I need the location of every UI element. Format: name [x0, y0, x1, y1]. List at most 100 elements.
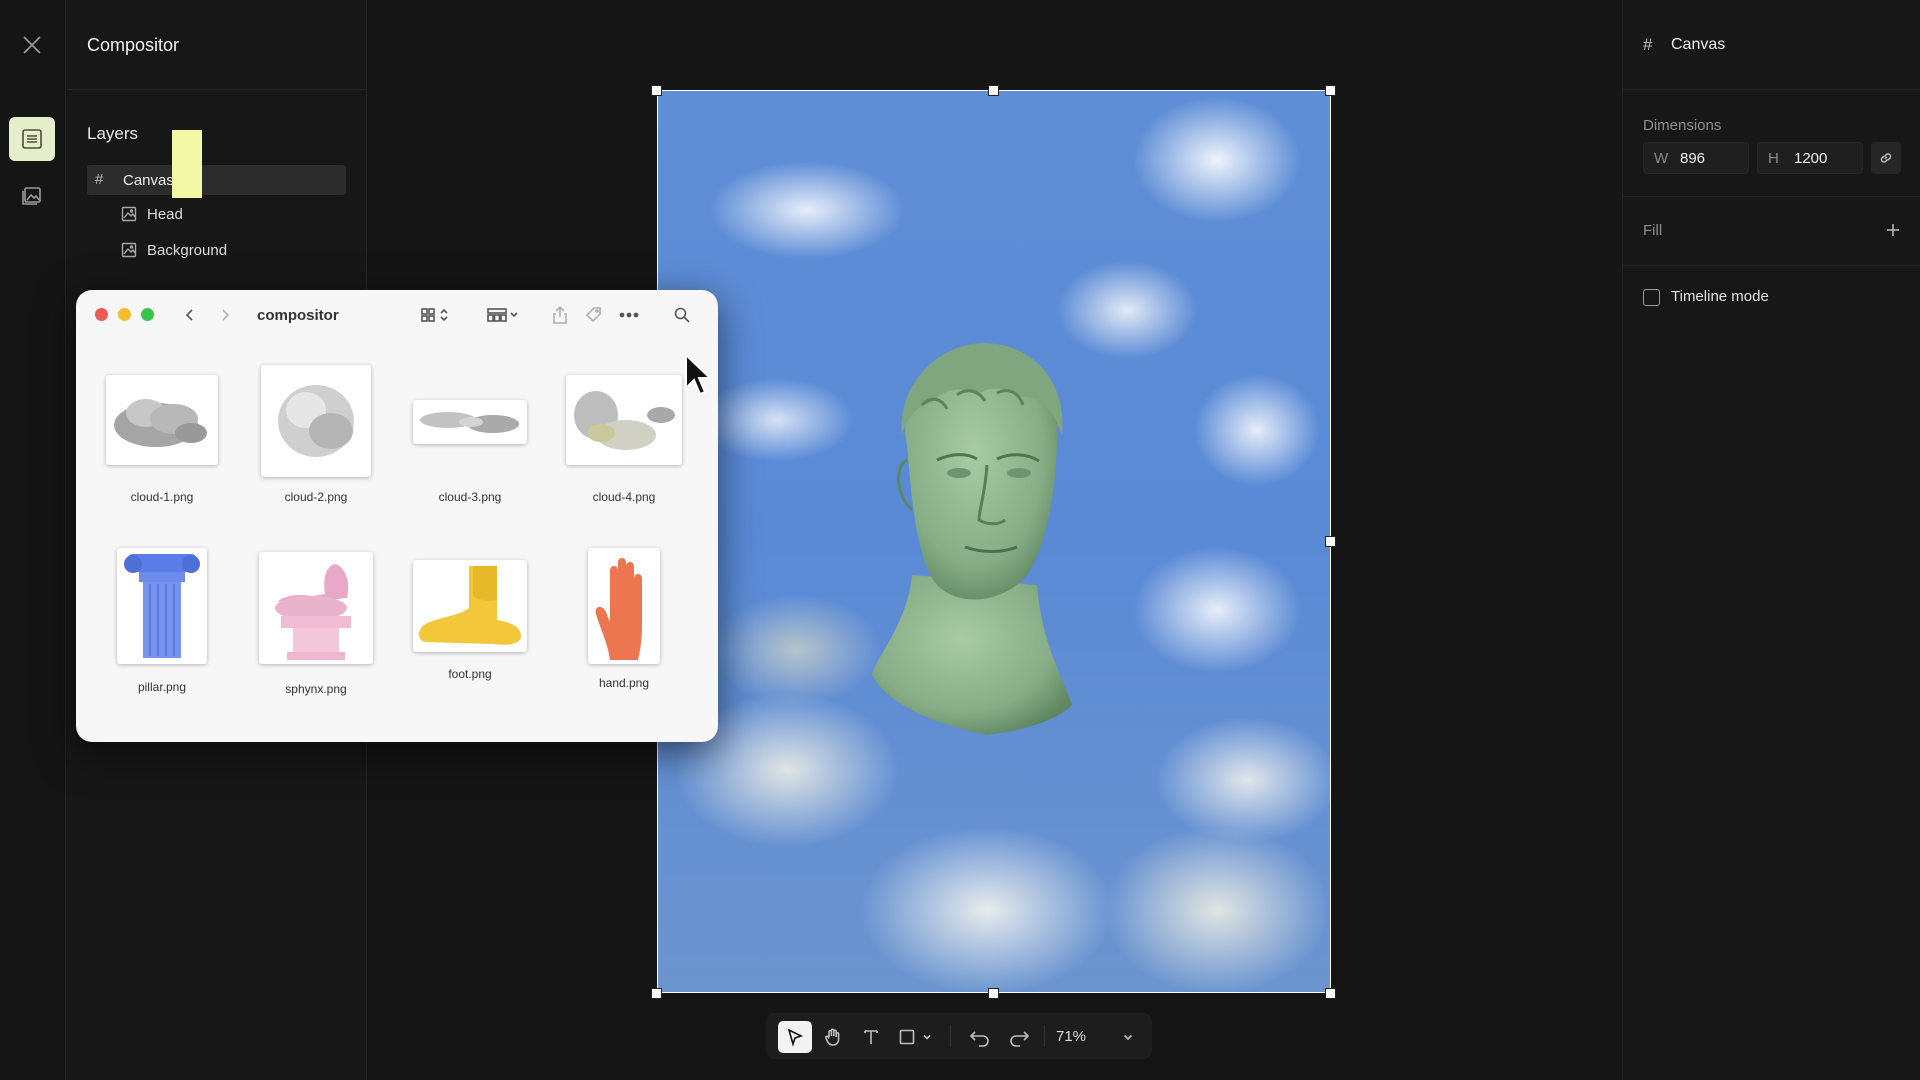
resize-handle-tm[interactable]: [988, 85, 999, 96]
chevron-right-icon: [222, 309, 230, 321]
resize-handle-mr[interactable]: [1325, 536, 1336, 547]
canvas-artboard[interactable]: [657, 90, 1331, 993]
close-button[interactable]: [9, 23, 55, 67]
tag-button[interactable]: [582, 303, 606, 327]
share-button[interactable]: [548, 303, 572, 327]
height-field[interactable]: H 1200: [1757, 142, 1863, 174]
search-button[interactable]: [670, 303, 694, 327]
more-button[interactable]: [616, 303, 642, 327]
divider: [1623, 196, 1920, 197]
height-value[interactable]: 1200: [1794, 150, 1827, 167]
more-dots-icon: [619, 312, 639, 318]
timeline-mode-checkbox[interactable]: [1643, 289, 1660, 306]
file-item-cloud-3[interactable]: cloud-3.png: [405, 400, 535, 504]
compositor-app: Compositor Layers # Canvas Head Backgrou…: [0, 0, 1920, 1080]
file-item-foot[interactable]: foot.png: [405, 560, 535, 681]
link-dimensions-button[interactable]: [1871, 142, 1901, 174]
divider: [950, 1025, 951, 1047]
divider: [1623, 89, 1920, 90]
search-icon: [674, 307, 690, 323]
zoom-level[interactable]: 71%: [1056, 1028, 1086, 1045]
highlight-marker: [172, 130, 202, 198]
file-item-sphynx[interactable]: sphynx.png: [251, 552, 381, 696]
text-tool-button[interactable]: [854, 1021, 888, 1053]
plus-icon: [1887, 224, 1899, 236]
add-fill-button[interactable]: [1881, 218, 1905, 242]
window-close-button[interactable]: [95, 308, 108, 321]
resize-handle-bm[interactable]: [988, 988, 999, 999]
mouse-cursor-icon: [685, 352, 713, 396]
file-item-pillar[interactable]: pillar.png: [97, 548, 227, 694]
layer-label: Background: [147, 241, 228, 259]
images-icon: [22, 187, 41, 205]
image-icon: [121, 242, 137, 258]
hand-tool-button[interactable]: [816, 1021, 850, 1053]
forward-button[interactable]: [214, 303, 236, 327]
bust-head-image[interactable]: [867, 325, 1087, 745]
resize-handle-tl[interactable]: [651, 85, 662, 96]
back-button[interactable]: [179, 303, 201, 327]
file-item-cloud-1[interactable]: cloud-1.png: [97, 375, 227, 504]
chevron-down-icon: [1123, 1034, 1133, 1041]
resize-handle-bl[interactable]: [651, 988, 662, 999]
bottom-toolbar: 71%: [766, 1013, 1152, 1059]
inspector-title: Canvas: [1671, 36, 1726, 53]
cloud-thumbnail: [566, 375, 682, 465]
file-name: pillar.png: [137, 680, 187, 694]
resize-handle-br[interactable]: [1325, 988, 1336, 999]
close-icon: [23, 36, 41, 54]
undo-icon: [969, 1031, 989, 1047]
cloud-thumbnail: [413, 400, 527, 444]
layer-item-head[interactable]: Head: [121, 200, 183, 228]
tag-icon: [585, 307, 601, 323]
window-minimize-button[interactable]: [118, 308, 131, 321]
layer-item-canvas[interactable]: # Canvas: [87, 165, 346, 195]
assets-panel-button[interactable]: [9, 174, 55, 218]
text-icon: [864, 1030, 878, 1044]
chevron-left-icon: [185, 309, 193, 321]
layers-panel-button[interactable]: [9, 117, 55, 161]
file-name: cloud-2.png: [284, 490, 348, 504]
file-item-hand[interactable]: hand.png: [559, 548, 689, 690]
layer-label: Canvas: [123, 172, 174, 189]
menu-lines-icon: [22, 129, 42, 149]
layer-label: Head: [147, 205, 183, 223]
divider: [67, 89, 367, 90]
pointer-icon: [787, 1028, 804, 1047]
hand-thumbnail: [588, 548, 660, 664]
select-tool-button[interactable]: [778, 1021, 812, 1053]
redo-button[interactable]: [1002, 1021, 1036, 1053]
layer-item-background[interactable]: Background: [121, 236, 227, 264]
width-value[interactable]: 896: [1680, 150, 1705, 167]
app-title: Compositor: [87, 35, 180, 55]
width-field[interactable]: W 896: [1643, 142, 1749, 174]
sphynx-thumbnail: [259, 552, 373, 664]
zoom-menu-button[interactable]: [1111, 1021, 1145, 1053]
cloud-thumbnail: [106, 375, 218, 465]
timeline-mode-label[interactable]: Timeline mode: [1671, 288, 1769, 305]
layers-heading: Layers: [87, 124, 139, 143]
finder-window: compositor cloud-1.png cloud-2.png cloud…: [76, 290, 718, 742]
file-name: cloud-4.png: [592, 490, 656, 504]
file-name: foot.png: [448, 667, 492, 681]
shape-menu-button[interactable]: [918, 1021, 936, 1053]
file-item-cloud-4[interactable]: cloud-4.png: [559, 375, 689, 504]
window-zoom-button[interactable]: [141, 308, 154, 321]
foot-thumbnail: [413, 560, 527, 652]
file-item-cloud-2[interactable]: cloud-2.png: [251, 365, 381, 504]
grid-icon: [421, 308, 448, 322]
hand-icon: [825, 1028, 840, 1046]
group-by-button[interactable]: [482, 303, 524, 327]
file-name: cloud-1.png: [130, 490, 194, 504]
fill-label: Fill: [1643, 222, 1663, 239]
undo-button[interactable]: [963, 1021, 997, 1053]
group-grid-icon: [487, 308, 518, 322]
view-mode-button[interactable]: [416, 303, 456, 327]
height-prefix: H: [1768, 150, 1779, 167]
left-rail: [0, 0, 66, 1080]
cloud-thumbnail: [261, 365, 371, 477]
pillar-thumbnail: [117, 548, 207, 664]
redo-icon: [1010, 1031, 1030, 1047]
resize-handle-tr[interactable]: [1325, 85, 1336, 96]
file-name: cloud-3.png: [438, 490, 502, 504]
